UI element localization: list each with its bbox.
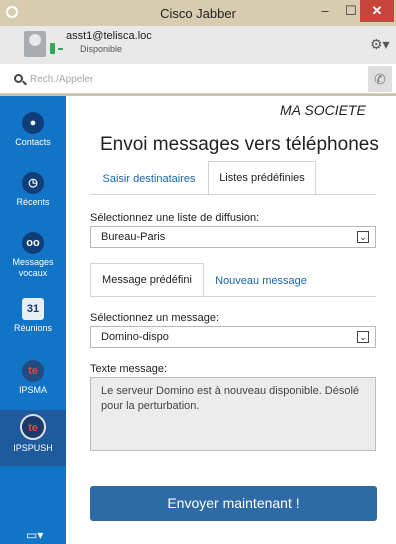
page-title: Envoi messages vers téléphones <box>100 134 379 155</box>
company-name: MA SOCIETE <box>280 102 366 118</box>
avatar-head <box>29 34 41 46</box>
sidebar-item-recents[interactable]: ◷ Récents <box>0 172 66 208</box>
ipsma-icon: te <box>22 360 44 382</box>
presence-dash-icon <box>58 48 63 50</box>
ipspush-icon: te <box>20 414 46 440</box>
clock-icon: ◷ <box>22 172 44 194</box>
sidebar-item-label: Récents <box>16 197 50 207</box>
tab-nouveau-message[interactable]: Nouveau message <box>204 266 318 296</box>
tab-divider <box>90 296 376 297</box>
sidebar-item-voicemail[interactable]: oo Messages vocaux <box>0 232 66 279</box>
sidebar-item-ipspush[interactable]: te IPSPUSH <box>0 410 66 466</box>
voicemail-icon: oo <box>22 232 44 254</box>
screen-share-icon[interactable]: ▭▾ <box>26 528 43 542</box>
sidebar-item-meetings[interactable]: 31 Réunions <box>0 298 66 334</box>
sidebar-item-ipsma[interactable]: te IPSMA <box>0 360 66 396</box>
list-label: Sélectionnez une liste de diffusion: <box>90 212 260 224</box>
tab-saisir-destinataires[interactable]: Saisir destinataires <box>90 164 208 194</box>
send-now-button[interactable]: Envoyer maintenant ! <box>90 486 377 521</box>
tab-message-predefini[interactable]: Message prédéfini <box>90 263 204 296</box>
sidebar-item-label: IPSPUSH <box>13 443 53 453</box>
distribution-list-value: Bureau-Paris <box>101 231 166 243</box>
sidebar-item-label: Réunions <box>13 323 53 333</box>
calendar-icon: 31 <box>22 298 44 320</box>
chevron-down-icon[interactable]: ⌄ <box>357 231 369 243</box>
message-select-value: Domino-dispo <box>101 331 169 343</box>
user-status[interactable]: Disponible <box>80 44 122 54</box>
sidebar-item-label: Messages vocaux <box>12 257 54 278</box>
tab-listes-predefinies[interactable]: Listes prédéfinies <box>208 161 316 194</box>
sidebar-item-contacts[interactable]: ● Contacts <box>0 112 66 148</box>
chevron-down-icon[interactable]: ⌄ <box>357 331 369 343</box>
message-label: Sélectionnez un message: <box>90 312 220 324</box>
user-header <box>0 26 396 64</box>
settings-gear-icon[interactable]: ⚙▾ <box>370 36 390 53</box>
tab-divider <box>90 194 376 195</box>
search-input[interactable] <box>30 70 330 88</box>
close-button[interactable]: ✕ <box>360 0 394 22</box>
message-text-area[interactable]: Le serveur Domino est à nouveau disponib… <box>90 377 376 451</box>
text-message-label: Texte message: <box>90 363 168 375</box>
message-select[interactable]: Domino-dispo ⌄ <box>90 326 376 348</box>
sidebar-item-label: Contacts <box>15 137 51 147</box>
presence-indicator-icon <box>50 43 55 54</box>
call-button[interactable]: ✆ <box>368 66 392 92</box>
title-bar: Cisco Jabber – ☐ ✕ <box>0 0 396 26</box>
user-id: asst1@telisca.loc <box>66 30 152 42</box>
avatar-icon[interactable] <box>24 31 46 57</box>
person-icon: ● <box>22 112 44 134</box>
sidebar-item-label: IPSMA <box>18 385 47 395</box>
distribution-list-select[interactable]: Bureau-Paris ⌄ <box>90 226 376 248</box>
minimize-button[interactable]: – <box>312 0 338 22</box>
